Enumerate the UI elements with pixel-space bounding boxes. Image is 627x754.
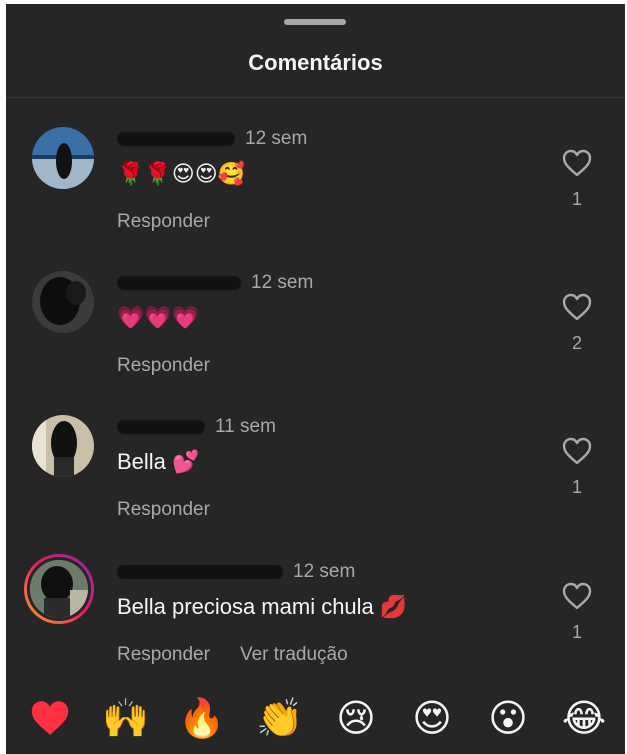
sheet-title: Comentários	[248, 50, 383, 75]
comment-time: 12 sem	[251, 272, 314, 293]
see-translation-button[interactable]: Ver tradução	[240, 644, 348, 666]
reply-button[interactable]: Responder	[117, 355, 210, 377]
reaction-heart-icon[interactable]	[25, 694, 75, 744]
comment-text: Bella preciosa mami chula 💋	[117, 594, 408, 619]
comment-item: 11 sem Bella 💕 Responder 1	[6, 415, 625, 555]
avatar[interactable]	[32, 127, 94, 189]
reaction-clapping-icon[interactable]: 👏	[255, 694, 305, 744]
comment-item: 12 sem 💗💗💗 Responder 2	[6, 271, 625, 411]
avatar[interactable]	[32, 415, 94, 477]
comment-time: 11 sem	[215, 416, 276, 437]
quick-reaction-bar: 🙌 🔥 👏 😢 😍 😮 😂	[6, 694, 625, 754]
comment-actions: Responder	[117, 355, 240, 377]
like-count: 1	[571, 477, 582, 497]
avatar[interactable]	[32, 271, 94, 333]
comment-actions: Responder Ver tradução	[117, 644, 378, 666]
comment-meta: 12 sem	[117, 127, 307, 151]
reaction-raising-hands-icon[interactable]: 🙌	[101, 694, 151, 744]
comment-item: 12 sem 🌹🌹😍😍🥰 Responder 1	[6, 127, 625, 267]
comment-text: 💗💗💗	[117, 305, 200, 330]
comment-actions: Responder	[117, 499, 240, 521]
comment-time: 12 sem	[293, 561, 356, 582]
reaction-heart-eyes-icon[interactable]: 😍	[407, 694, 457, 744]
username-redacted[interactable]	[117, 565, 283, 579]
comment-meta: 12 sem	[117, 271, 313, 295]
like-heart-icon[interactable]	[562, 293, 592, 321]
comment-actions: Responder	[117, 211, 240, 233]
comment-text: 🌹🌹😍😍🥰	[117, 161, 246, 186]
username-redacted[interactable]	[117, 276, 241, 290]
drag-handle[interactable]	[284, 19, 346, 25]
like-heart-icon[interactable]	[562, 149, 592, 177]
like-heart-icon[interactable]	[562, 437, 592, 465]
comment-meta: 12 sem	[117, 560, 355, 584]
reaction-surprised-icon[interactable]: 😮	[483, 694, 533, 744]
like-count: 1	[571, 189, 582, 209]
like-heart-icon[interactable]	[562, 582, 592, 610]
reply-button[interactable]: Responder	[117, 499, 210, 521]
comment-text: Bella 💕	[117, 449, 200, 474]
comment-time: 12 sem	[245, 128, 308, 149]
like-count: 1	[571, 622, 582, 642]
username-redacted[interactable]	[117, 132, 235, 146]
avatar-story-ring[interactable]	[24, 554, 94, 624]
avatar	[27, 557, 91, 621]
comments-sheet: Comentários 12 sem 🌹🌹😍😍🥰 Responder 1 12 …	[6, 4, 625, 754]
reply-button[interactable]: Responder	[117, 644, 210, 666]
reaction-fire-icon[interactable]: 🔥	[177, 694, 227, 744]
reaction-laughing-icon[interactable]: 😂	[559, 694, 609, 744]
comment-meta: 11 sem	[117, 415, 276, 439]
reply-button[interactable]: Responder	[117, 211, 210, 233]
header-divider	[6, 97, 625, 98]
username-redacted[interactable]	[117, 420, 205, 434]
reaction-crying-icon[interactable]: 😢	[331, 694, 381, 744]
like-count: 2	[571, 333, 582, 353]
comment-item: 12 sem Bella preciosa mami chula 💋 Respo…	[6, 554, 625, 700]
